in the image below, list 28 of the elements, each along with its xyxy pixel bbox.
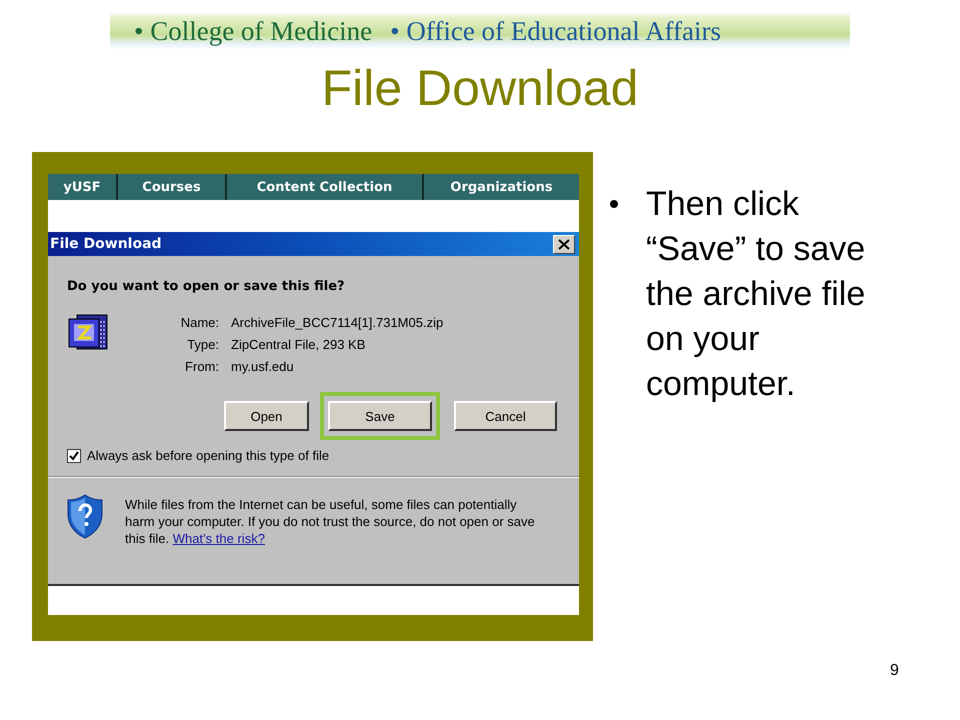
shield-question-icon — [67, 494, 103, 539]
warning-text: While files from the Internet can be useful, some files can potentially harm your computer. If you do not trust the source, do not open or save this file. What’s the risk? — [125, 496, 536, 547]
field-label: From: — [184, 359, 219, 374]
close-button[interactable] — [553, 234, 575, 254]
nav-tab[interactable]: Organizations — [424, 174, 579, 200]
field-value: my.usf.edu — [231, 359, 295, 374]
nav-tab[interactable]: Content Collection — [227, 174, 424, 200]
checkbox-label: Always ask before opening this type of file — [87, 448, 330, 463]
bullet-icon — [610, 200, 618, 208]
page-number: 9 — [890, 662, 899, 680]
nav-tab[interactable]: yUSF — [48, 174, 118, 200]
banner-text: • Office of Educational Affairs — [390, 16, 721, 46]
dialog-question: Do you want to open or save this file? — [67, 279, 345, 294]
risk-link[interactable]: What’s the risk? — [172, 531, 265, 546]
close-icon — [558, 238, 570, 250]
banner-text: • College of Medicine — [134, 16, 372, 46]
field-value: ArchiveFile_BCC7114[1].731M05.zip — [231, 315, 444, 330]
field-label: Type: — [186, 337, 219, 352]
dialog-button[interactable]: Open — [224, 401, 309, 431]
nav-tab[interactable]: Courses — [118, 174, 227, 200]
bullet-text: Then click “Save” to save the archive file on your computer. — [646, 184, 866, 405]
slide-title: File Download — [320, 59, 640, 118]
dialog-button[interactable]: Save — [328, 401, 432, 431]
dialog-title: File Download — [50, 236, 162, 252]
field-label: Name: — [180, 315, 219, 330]
dialog-button[interactable]: Cancel — [454, 401, 557, 431]
checkbox[interactable] — [67, 448, 81, 462]
field-value: ZipCentral File, 293 KB — [231, 337, 366, 352]
